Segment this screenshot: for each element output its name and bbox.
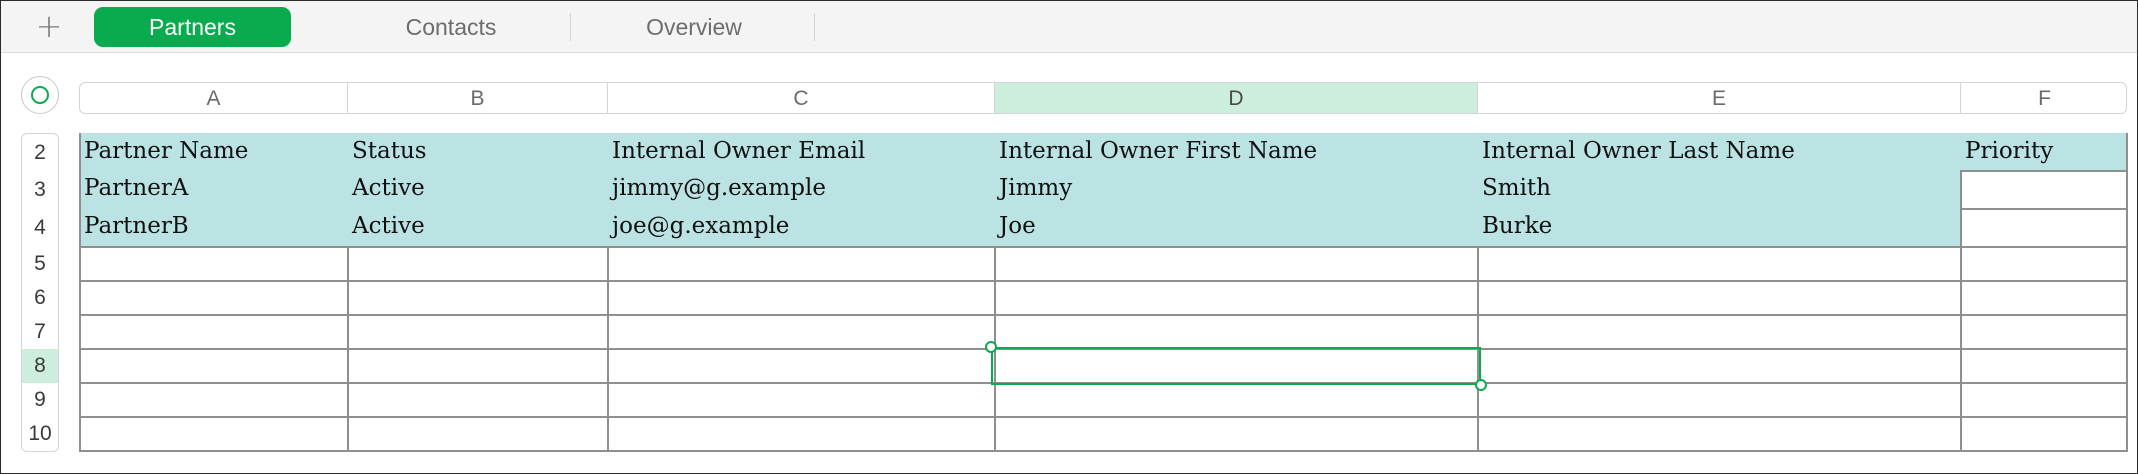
selection-handle-top-left[interactable] — [985, 341, 997, 353]
row-header-6[interactable]: 6 — [22, 281, 58, 315]
gridline — [1960, 170, 2127, 172]
gridline — [79, 416, 2127, 418]
row-header-3[interactable]: 3 — [22, 171, 58, 209]
column-header-bar: A B C D E F — [79, 82, 2127, 114]
gridline — [79, 314, 2127, 316]
table-cell[interactable]: Joe — [994, 208, 1036, 245]
circle-icon — [31, 86, 49, 104]
tab-overview[interactable]: Overview — [584, 7, 804, 47]
gridline — [2126, 133, 2128, 452]
tab-contacts[interactable]: Contacts — [341, 7, 561, 47]
gridline — [79, 280, 2127, 282]
row-header-4[interactable]: 4 — [22, 209, 58, 247]
gridline — [79, 246, 2127, 248]
table-cell[interactable]: Burke — [1477, 208, 1552, 245]
tab-divider — [814, 13, 815, 41]
header-cell-partner-name[interactable]: Partner Name — [79, 133, 248, 170]
row-header-7[interactable]: 7 — [22, 315, 58, 349]
table-cell[interactable]: Active — [347, 170, 425, 207]
selection-handle-bottom-right[interactable] — [1475, 379, 1487, 391]
column-header-d[interactable]: D — [995, 83, 1478, 113]
row-header-2[interactable]: 2 — [22, 134, 58, 171]
table-cell[interactable]: Jimmy — [994, 170, 1072, 207]
header-cell-owner-email[interactable]: Internal Owner Email — [607, 133, 865, 170]
gridline — [1960, 208, 2127, 210]
selected-cell-d8[interactable] — [991, 347, 1481, 385]
row-header-10[interactable]: 10 — [22, 417, 58, 451]
header-cell-owner-first-name[interactable]: Internal Owner First Name — [994, 133, 1317, 170]
column-header-b[interactable]: B — [348, 83, 608, 113]
table-cell[interactable]: joe@g.example — [607, 208, 789, 245]
header-cell-status[interactable]: Status — [347, 133, 427, 170]
table-cell[interactable]: PartnerB — [79, 208, 189, 245]
table-cell[interactable]: Active — [347, 208, 425, 245]
row-header-8[interactable]: 8 — [22, 349, 58, 383]
table-cell[interactable]: Smith — [1477, 170, 1551, 207]
column-header-e[interactable]: E — [1478, 83, 1961, 113]
header-cell-owner-last-name[interactable]: Internal Owner Last Name — [1477, 133, 1795, 170]
row-header-5[interactable]: 5 — [22, 247, 58, 281]
sheet-tab-bar: + Partners Contacts Overview — [1, 1, 2137, 53]
tab-partners[interactable]: Partners — [94, 7, 291, 47]
tab-divider — [570, 13, 571, 41]
gridline — [1960, 170, 1962, 452]
column-header-f[interactable]: F — [1961, 83, 2126, 113]
gridline — [79, 450, 2127, 452]
table-cell[interactable]: jimmy@g.example — [607, 170, 826, 207]
select-all-button[interactable] — [21, 76, 59, 114]
sheet-grid[interactable]: Partner Name Status Internal Owner Email… — [79, 133, 2128, 452]
row-header-bar: 2 3 4 5 6 7 8 9 10 — [21, 133, 59, 452]
column-header-a[interactable]: A — [80, 83, 348, 113]
header-cell-priority[interactable]: Priority — [1960, 133, 2053, 170]
table-cell[interactable]: PartnerA — [79, 170, 188, 207]
row-header-9[interactable]: 9 — [22, 383, 58, 417]
add-sheet-button[interactable]: + — [29, 9, 69, 43]
column-header-c[interactable]: C — [608, 83, 995, 113]
